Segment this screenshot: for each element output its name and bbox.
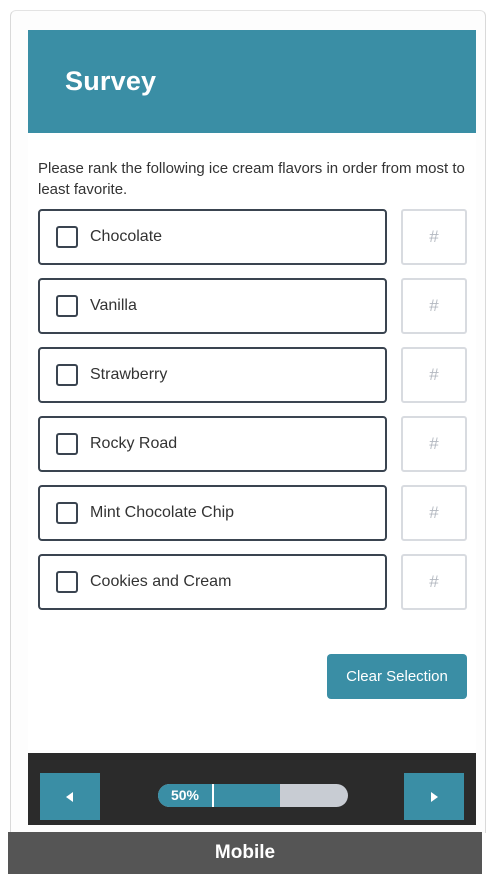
option-label: Cookies and Cream xyxy=(90,573,232,590)
survey-footer: 50% xyxy=(28,753,476,825)
checkbox-vanilla[interactable] xyxy=(56,295,78,317)
rank-input-strawberry[interactable] xyxy=(401,347,467,403)
rank-input-vanilla[interactable] xyxy=(401,278,467,334)
option-chocolate[interactable]: Chocolate xyxy=(38,209,387,265)
progress-text: 50% xyxy=(170,787,200,803)
option-label: Chocolate xyxy=(90,228,163,245)
previous-button[interactable] xyxy=(40,773,100,820)
option-label: Strawberry xyxy=(90,366,168,383)
next-button[interactable] xyxy=(404,773,464,820)
checkbox-mint-chocolate-chip[interactable] xyxy=(56,502,78,524)
checkbox-rocky-road[interactable] xyxy=(56,433,78,455)
device-label: Mobile xyxy=(8,832,482,874)
progress-divider xyxy=(212,784,214,807)
ranking-list: Chocolate Vanilla Strawberry Rocky Road xyxy=(38,209,468,623)
page-title: Survey xyxy=(65,66,157,96)
option-rocky-road[interactable]: Rocky Road xyxy=(38,416,387,472)
rank-input-chocolate[interactable] xyxy=(401,209,467,265)
checkbox-cookies-and-cream[interactable] xyxy=(56,571,78,593)
ranking-row: Rocky Road xyxy=(38,416,468,472)
option-strawberry[interactable]: Strawberry xyxy=(38,347,387,403)
option-label: Vanilla xyxy=(90,297,137,314)
progress-bar: 50% xyxy=(158,784,348,807)
survey-content: Please rank the following ice cream flav… xyxy=(28,133,476,753)
survey-header: Survey xyxy=(28,30,476,133)
rank-input-rocky-road[interactable] xyxy=(401,416,467,472)
option-label: Rocky Road xyxy=(90,435,178,452)
option-vanilla[interactable]: Vanilla xyxy=(38,278,387,334)
clear-selection-button[interactable]: Clear Selection xyxy=(327,654,467,699)
option-cookies-and-cream[interactable]: Cookies and Cream xyxy=(38,554,387,610)
rank-input-cookies-and-cream[interactable] xyxy=(401,554,467,610)
checkbox-strawberry[interactable] xyxy=(56,364,78,386)
ranking-row: Strawberry xyxy=(38,347,468,403)
ranking-row: Vanilla xyxy=(38,278,468,334)
triangle-left-icon xyxy=(66,791,73,802)
ranking-row: Chocolate xyxy=(38,209,468,265)
ranking-row: Mint Chocolate Chip xyxy=(38,485,468,541)
triangle-right-icon xyxy=(431,791,438,802)
rank-input-mint-chocolate-chip[interactable] xyxy=(401,485,467,541)
checkbox-chocolate[interactable] xyxy=(56,226,78,248)
question-prompt: Please rank the following ice cream flav… xyxy=(38,160,465,198)
ranking-row: Cookies and Cream xyxy=(38,554,468,610)
option-label: Mint Chocolate Chip xyxy=(90,504,235,521)
option-mint-chocolate-chip[interactable]: Mint Chocolate Chip xyxy=(38,485,387,541)
